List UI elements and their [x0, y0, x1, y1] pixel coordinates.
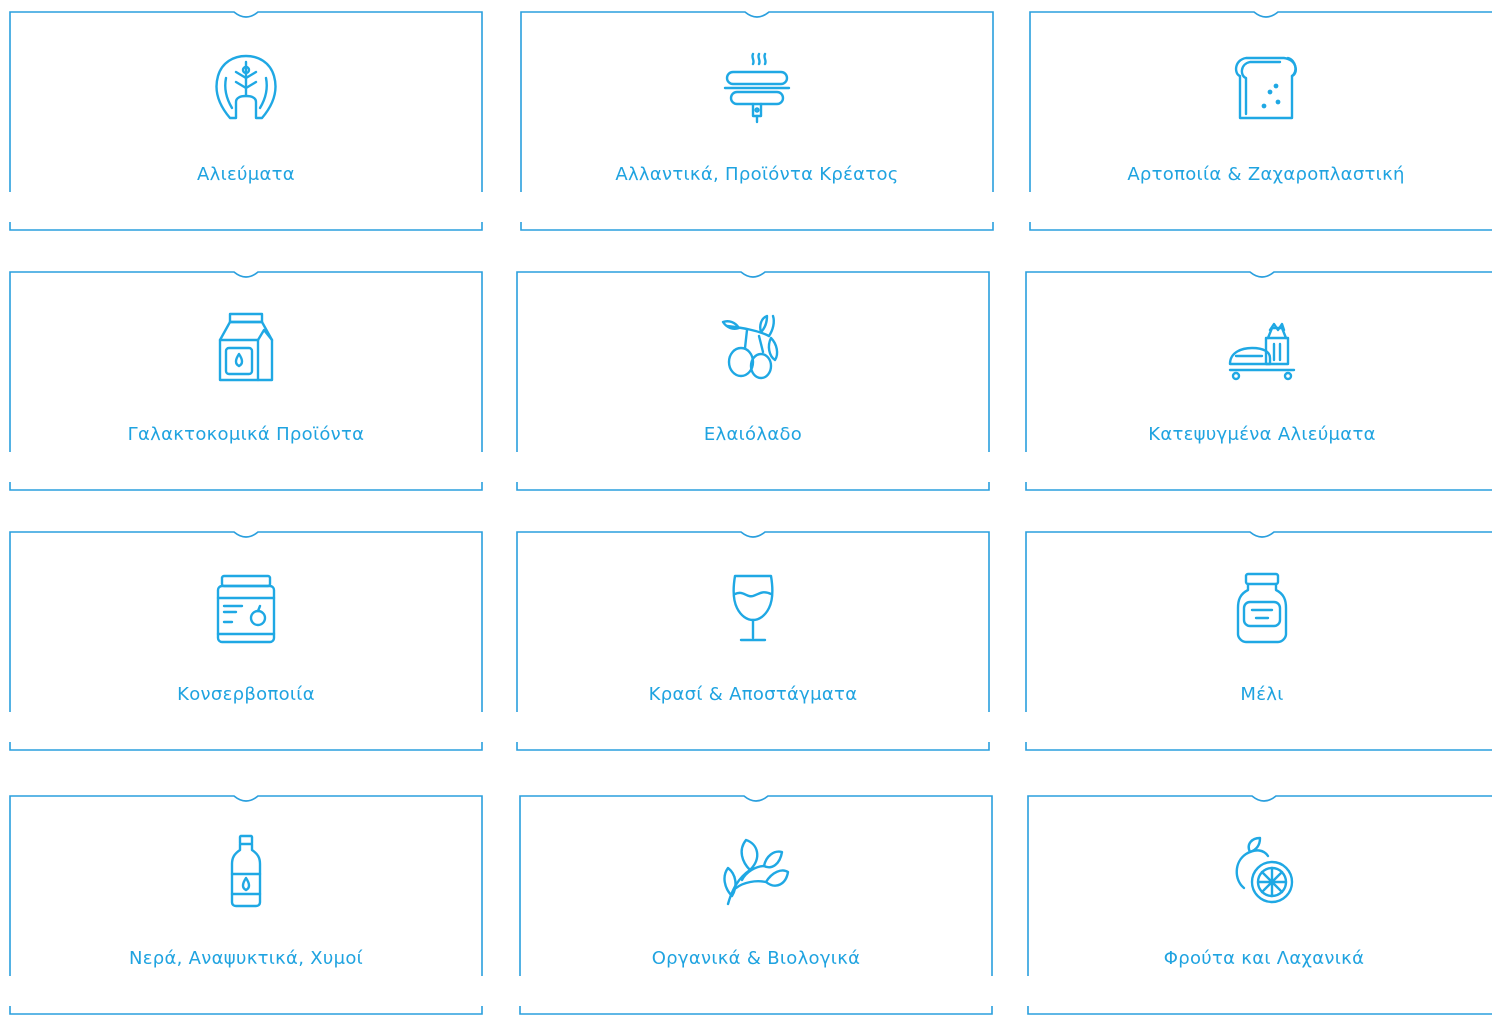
category-label: Αλλαντικά, Προϊόντα Κρέατος	[615, 164, 899, 185]
category-card-olive-oil[interactable]: Ελαιόλαδο	[516, 271, 990, 492]
olive-branch-icon	[713, 308, 793, 388]
wine-glass-icon	[713, 568, 793, 648]
fish-steak-icon	[206, 48, 286, 128]
category-label: Ελαιόλαδο	[703, 424, 803, 445]
milk-carton-icon	[206, 308, 286, 388]
sausage-grill-icon	[717, 48, 797, 128]
leafy-greens-icon	[716, 832, 796, 912]
category-card-bakery[interactable]: Αρτοποιία & Ζαχαροπλαστική	[1029, 11, 1492, 232]
category-label: Γαλακτοκομικά Προϊόντα	[127, 424, 365, 445]
category-label: Νερά, Αναψυκτικά, Χυμοί	[128, 948, 364, 969]
category-card-dairy[interactable]: Γαλακτοκομικά Προϊόντα	[9, 271, 483, 492]
category-label: Οργανικά & Βιολογικά	[651, 948, 861, 969]
category-card-wine-spirits[interactable]: Κρασί & Αποστάγματα	[516, 531, 990, 752]
honey-jar-icon	[1222, 568, 1302, 648]
category-card-honey[interactable]: Μέλι	[1025, 531, 1492, 752]
category-card-organic[interactable]: Οργανικά & Βιολογικά	[519, 795, 993, 1016]
citrus-fruit-icon	[1224, 832, 1304, 912]
category-label: Κατεψυγμένα Αλιεύματα	[1148, 424, 1376, 445]
category-card-canned-food[interactable]: Κονσερβοποιία	[9, 531, 483, 752]
category-label: Αλιεύματα	[197, 164, 295, 185]
water-bottle-icon	[206, 832, 286, 912]
canned-food-jar-icon	[206, 568, 286, 648]
category-card-seafood[interactable]: Αλιεύματα	[9, 11, 483, 232]
category-label: Αρτοποιία & Ζαχαροπλαστική	[1127, 164, 1405, 185]
category-label: Κρασί & Αποστάγματα	[648, 684, 858, 705]
category-card-beverages[interactable]: Νερά, Αναψυκτικά, Χυμοί	[9, 795, 483, 1016]
category-label: Κονσερβοποιία	[177, 684, 315, 705]
category-card-fruits-vegetables[interactable]: Φρούτα και Λαχανικά	[1027, 795, 1492, 1016]
category-label: Φρούτα και Λαχανικά	[1163, 948, 1365, 969]
frozen-seafood-icon	[1222, 308, 1302, 388]
category-card-cured-meats[interactable]: Αλλαντικά, Προϊόντα Κρέατος	[520, 11, 994, 232]
category-label: Μέλι	[1240, 684, 1284, 705]
bread-slice-icon	[1226, 48, 1306, 128]
category-card-frozen-seafood[interactable]: Κατεψυγμένα Αλιεύματα	[1025, 271, 1492, 492]
